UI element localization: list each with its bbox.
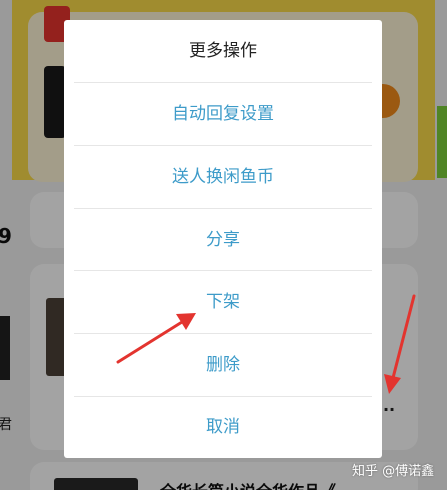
arrow-to-more-button-icon xyxy=(384,294,416,394)
watermark: 知乎 @傅诺鑫 xyxy=(352,464,435,479)
arrow-to-take-down-icon xyxy=(116,313,196,364)
annotation-arrows xyxy=(116,294,416,394)
